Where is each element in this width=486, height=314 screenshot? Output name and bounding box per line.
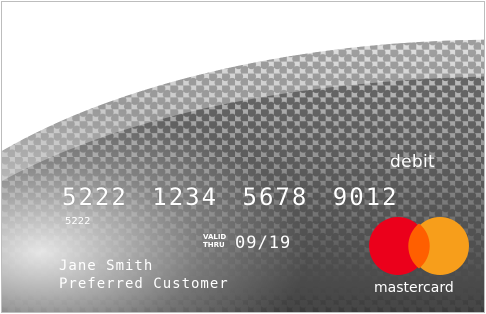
cardholder-title: Preferred Customer [59, 276, 229, 292]
card-type-label: debit [390, 152, 435, 172]
mastercard-wordmark: mastercard [374, 280, 454, 296]
payment-card: debit 5222 1234 5678 9012 5222 VALID THR… [1, 1, 485, 313]
card-number-short: 5222 [65, 216, 91, 227]
card-number: 5222 1234 5678 9012 [62, 183, 399, 211]
expiry-date: 09/19 [235, 233, 292, 253]
valid-thru-label: VALID THRU [203, 233, 226, 249]
valid-label-line-2: THRU [203, 241, 225, 249]
cardholder-name: Jane Smith [59, 258, 154, 274]
valid-label-line-1: VALID [203, 233, 227, 241]
